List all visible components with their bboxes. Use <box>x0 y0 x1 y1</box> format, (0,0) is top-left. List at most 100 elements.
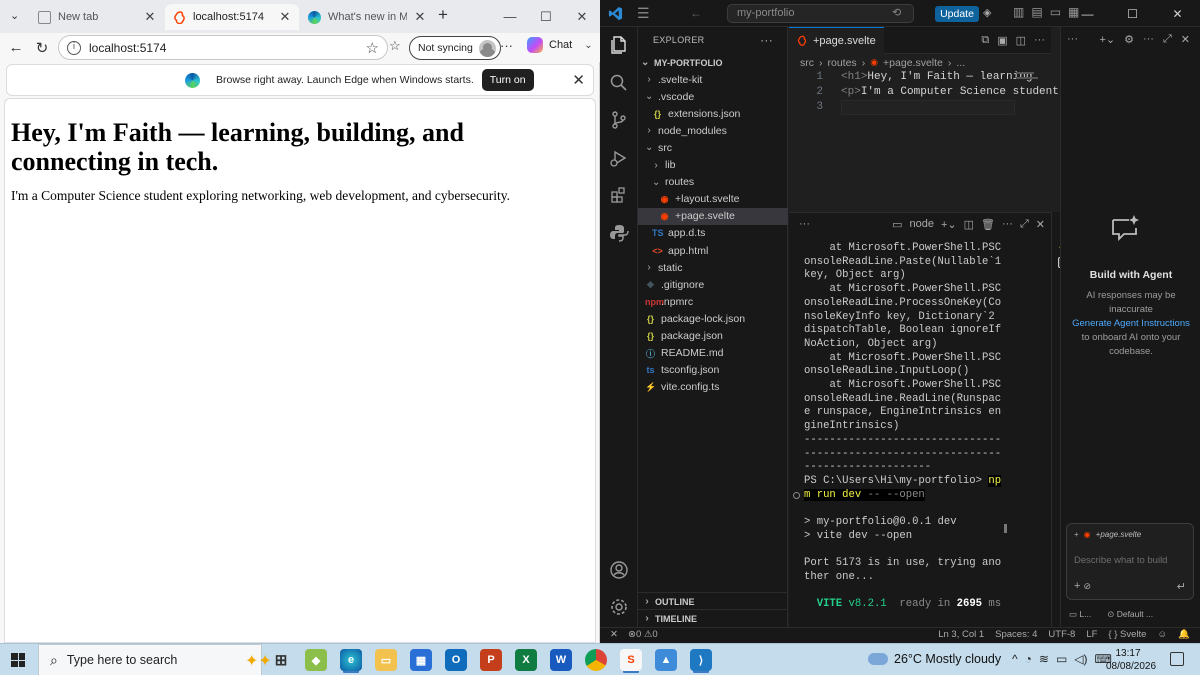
notifications-icon[interactable]: 🔔 <box>1178 629 1190 640</box>
command-decoration-icon[interactable] <box>793 492 800 499</box>
minimize-icon[interactable]: — <box>492 9 528 24</box>
kill-terminal-icon[interactable]: 🗑 <box>981 218 995 231</box>
split-terminal-icon[interactable]: ◫ <box>964 218 974 231</box>
tree-item-node-modules[interactable]: › node_modules <box>638 122 788 139</box>
tree-item-npmrc[interactable]: npm .npmrc <box>638 293 788 310</box>
tab-localhost[interactable]: localhost:5174 ✕ <box>165 4 299 30</box>
python-icon[interactable] <box>608 222 630 244</box>
store-green-icon[interactable]: ◆ <box>305 649 327 671</box>
terminal-output[interactable]: at Microsoft.PowerShell.PSConsoleReadLin… <box>804 242 1004 612</box>
close-panel-icon[interactable]: ✕ <box>1036 218 1045 231</box>
timeline-section[interactable]: › TIMELINE <box>638 609 788 627</box>
language-mode[interactable]: { } Svelte <box>1108 629 1146 640</box>
more-icon[interactable]: ··· <box>500 38 513 53</box>
extensions-icon[interactable] <box>608 184 630 206</box>
line-ending[interactable]: LF <box>1086 629 1097 640</box>
compare-icon[interactable]: ▣ <box>997 34 1007 47</box>
search-icon[interactable] <box>608 72 630 94</box>
tab-whats-new[interactable]: What's new in Micro ✕ <box>300 4 434 30</box>
outline-section[interactable]: › OUTLINE <box>638 592 788 610</box>
run-debug-icon[interactable] <box>608 147 630 169</box>
tree-item-src[interactable]: ⌄ src <box>638 139 788 156</box>
close-chat-icon[interactable]: ✕ <box>1181 33 1190 46</box>
favorites-icon[interactable]: ☆ <box>389 38 401 54</box>
chat-settings-icon[interactable]: ⚙ <box>1124 33 1134 46</box>
model-picker[interactable]: ⊙ Default ... <box>1107 609 1153 620</box>
photos-icon[interactable]: ▲ <box>655 649 677 671</box>
copilot-title-icon[interactable]: ⟲ <box>892 6 901 19</box>
breadcrumb-file[interactable]: +page.svelte <box>883 57 943 69</box>
site-info-icon[interactable]: i <box>67 40 81 55</box>
explorer-more-icon[interactable]: ··· <box>760 33 773 47</box>
terminal-shell-label[interactable]: node <box>909 218 933 230</box>
encoding[interactable]: UTF-8 <box>1048 629 1075 640</box>
command-center[interactable]: my-portfolio <box>727 4 914 23</box>
clock[interactable]: 13:17 08/08/2026 <box>1106 647 1156 673</box>
tree-item-page-svelte[interactable]: ◉ +page.svelte <box>638 207 788 225</box>
copilot-chat-button[interactable]: Chat ⌄ <box>527 37 593 53</box>
indentation[interactable]: Spaces: 4 <box>995 629 1037 640</box>
breadcrumb-routes[interactable]: routes <box>828 57 857 69</box>
back-icon[interactable]: ← <box>3 39 29 56</box>
vscode-taskbar-icon[interactable]: ⟩ <box>690 649 712 671</box>
breadcrumb-src[interactable]: src <box>800 57 814 69</box>
editor-tab-page-svelte[interactable]: +page.svelte <box>789 26 884 54</box>
terminal-more-icon[interactable]: ··· <box>1002 218 1013 230</box>
update-button[interactable]: Update <box>935 6 979 22</box>
tree-item-app-html[interactable]: <> app.html <box>638 242 788 259</box>
close-icon[interactable]: ✕ <box>564 9 600 25</box>
minimize-icon[interactable]: — <box>1065 7 1110 21</box>
maximize-icon[interactable]: ☐ <box>528 9 564 25</box>
tree-item-vscode[interactable]: ⌄ .vscode <box>638 88 788 105</box>
tree-item-tsconfig-json[interactable]: ts tsconfig.json <box>638 362 788 379</box>
cursor-position[interactable]: Ln 3, Col 1 <box>938 629 984 640</box>
maximize-icon[interactable]: ☐ <box>1110 7 1155 21</box>
new-tab-button[interactable]: + <box>438 5 448 25</box>
context-chip[interactable]: + ◉ +page.svelte <box>1074 530 1141 539</box>
tree-item-lib[interactable]: › lib <box>638 157 788 174</box>
tree-item-routes[interactable]: ⌄ routes <box>638 174 788 191</box>
minimap[interactable] <box>1016 72 1046 102</box>
close-banner-icon[interactable]: ✕ <box>572 71 585 89</box>
maximize-chat-icon[interactable]: ⤢ <box>1163 33 1172 46</box>
close-tab-icon[interactable]: ✕ <box>414 9 426 25</box>
generate-instructions-link[interactable]: Generate Agent Instructions <box>1072 318 1190 329</box>
word-icon[interactable]: W <box>550 649 572 671</box>
task-view-icon[interactable]: ⊞ <box>270 649 292 671</box>
copilot-status-icon[interactable]: ☺ <box>1157 629 1167 640</box>
add-context-icon[interactable]: + <box>1074 530 1079 539</box>
tree-item-static[interactable]: › static <box>638 259 788 276</box>
tree-root[interactable]: ⌄ MY-PORTFOLIO <box>638 54 788 71</box>
tree-item-app-d-ts[interactable]: TS app.d.ts <box>638 225 788 242</box>
split-editor-icon[interactable]: ◫ <box>1016 34 1026 47</box>
open-preview-icon[interactable]: ⧉ <box>981 34 989 47</box>
excel-icon[interactable]: X <box>515 649 537 671</box>
address-bar[interactable]: i localhost:5174 ☆ <box>58 35 388 60</box>
tree-item-layout-svelte[interactable]: ◉ +layout.svelte <box>638 191 788 208</box>
weather-widget[interactable]: 26°C Mostly cloudy <box>868 652 1001 666</box>
svelte-taskbar-icon[interactable]: S <box>620 649 642 671</box>
turn-on-button[interactable]: Turn on <box>481 69 534 91</box>
tree-item-gitignore[interactable]: ◆ .gitignore <box>638 276 788 293</box>
tree-item-readme-md[interactable]: ⓘ README.md <box>638 345 788 362</box>
explorer-icon[interactable] <box>608 34 630 56</box>
notification-center-icon[interactable] <box>1170 652 1184 666</box>
new-chat-icon[interactable]: +⌄ <box>1099 33 1115 46</box>
new-terminal-icon[interactable]: +⌄ <box>941 218 957 231</box>
send-icon[interactable]: ↵ <box>1177 580 1186 593</box>
chevron-down-icon[interactable]: ⌄ <box>584 40 592 51</box>
close-icon[interactable]: ✕ <box>1155 7 1200 21</box>
tree-item-package-json[interactable]: {} package.json <box>638 328 788 345</box>
chat-more-icon[interactable]: ··· <box>1143 33 1154 46</box>
refresh-icon[interactable]: ↻ <box>29 39 55 57</box>
network-icon[interactable]: ◔ <box>1025 652 1032 666</box>
accounts-icon[interactable] <box>608 559 630 581</box>
accounts-icon[interactable]: ◈ <box>983 6 991 19</box>
outlook-icon[interactable]: O <box>445 649 467 671</box>
edge-taskbar-icon[interactable]: e <box>340 649 362 671</box>
close-tab-icon[interactable]: ✕ <box>279 9 291 25</box>
customize-layout-icon[interactable]: ▥ <box>1013 5 1024 19</box>
tab-actions-icon[interactable]: ⌄ <box>10 9 19 22</box>
file-explorer-icon[interactable]: ▭ <box>375 649 397 671</box>
chrome-icon[interactable] <box>585 649 607 671</box>
